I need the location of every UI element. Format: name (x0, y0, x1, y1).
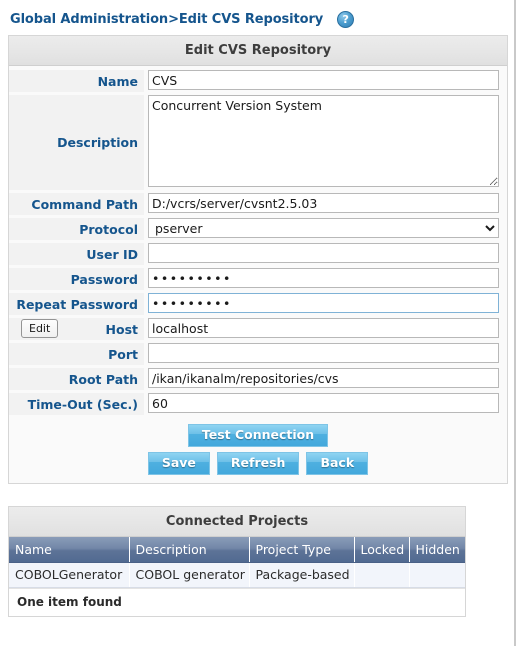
field-row-host: Edit Host (9, 318, 507, 340)
label-time-out: Time-Out (Sec.) (27, 396, 138, 412)
edit-host-button[interactable]: Edit (21, 319, 59, 338)
field-row-user-id: User ID (9, 243, 507, 265)
label-cell-user-id: User ID (9, 243, 144, 265)
field-row-root-path: Root Path (9, 368, 507, 390)
label-cell-command-path: Command Path (9, 193, 144, 215)
cell-name: COBOLGenerator (9, 562, 130, 588)
field-row-description: Description Concurrent Version System (9, 95, 507, 190)
breadcrumb-bar: Global Administration>Edit CVS Repositor… (0, 0, 514, 30)
label-cell-root-path: Root Path (9, 368, 144, 390)
column-header-hidden[interactable]: Hidden (409, 537, 465, 563)
input-cell-repeat-password (144, 293, 507, 313)
description-textarea[interactable]: Concurrent Version System (148, 95, 499, 187)
repeat-password-input[interactable] (148, 293, 499, 313)
label-cell-description: Description (9, 95, 144, 190)
back-button[interactable]: Back (306, 452, 369, 475)
cell-hidden (409, 562, 465, 588)
edit-repository-panel: Edit CVS Repository Name Description Con… (8, 35, 508, 484)
port-input[interactable] (148, 343, 499, 363)
breadcrumb[interactable]: Global Administration>Edit CVS Repositor… (10, 12, 323, 27)
host-input[interactable] (148, 318, 499, 338)
table-header-row: Name Description Project Type Locked Hid… (9, 537, 465, 563)
field-row-time-out: Time-Out (Sec.) (9, 393, 507, 415)
input-cell-command-path (144, 193, 507, 213)
connected-projects-title: Connected Projects (9, 507, 465, 537)
protocol-select[interactable]: pserver (148, 218, 499, 238)
page-title: Edit CVS Repository (9, 36, 507, 66)
input-cell-user-id (144, 243, 507, 263)
field-row-name: Name (9, 70, 507, 92)
test-connection-button[interactable]: Test Connection (187, 424, 329, 447)
connected-projects-table: Name Description Project Type Locked Hid… (9, 537, 465, 588)
save-button[interactable]: Save (147, 452, 210, 475)
column-header-description[interactable]: Description (129, 537, 250, 563)
label-command-path: Command Path (31, 196, 138, 212)
result-count-label: One item found (9, 588, 465, 616)
label-password: Password (70, 271, 138, 287)
column-header-project-type[interactable]: Project Type (249, 537, 355, 563)
table-row[interactable]: COBOLGenerator COBOL generator Package-b… (9, 562, 465, 588)
form-body: Name Description Concurrent Version Syst… (9, 66, 507, 483)
field-row-command-path: Command Path (9, 193, 507, 215)
command-path-input[interactable] (148, 193, 499, 213)
refresh-button[interactable]: Refresh (216, 452, 300, 475)
label-cell-port: Port (9, 343, 144, 365)
user-id-input[interactable] (148, 243, 499, 263)
label-name: Name (97, 73, 138, 89)
field-row-password: Password (9, 268, 507, 290)
page-root: Global Administration>Edit CVS Repositor… (0, 0, 516, 646)
root-path-input[interactable] (148, 368, 499, 388)
label-port: Port (108, 346, 138, 362)
password-input[interactable] (148, 268, 499, 288)
label-cell-protocol: Protocol (9, 218, 144, 240)
connected-projects-panel: Connected Projects Name Description Proj… (8, 506, 466, 617)
label-cell-repeat-password: Repeat Password (9, 293, 144, 315)
column-header-locked[interactable]: Locked (354, 537, 410, 563)
label-cell-host: Edit Host (9, 318, 144, 340)
input-cell-root-path (144, 368, 507, 388)
input-cell-port (144, 343, 507, 363)
label-host: Host (105, 321, 138, 337)
help-question-icon[interactable]: ? (337, 10, 355, 28)
time-out-input[interactable] (148, 393, 499, 413)
input-cell-name (144, 70, 507, 90)
field-row-port: Port (9, 343, 507, 365)
input-cell-description: Concurrent Version System (144, 95, 507, 190)
label-description: Description (57, 135, 138, 150)
primary-action-row: Test Connection (9, 424, 507, 447)
secondary-action-row: Save Refresh Back (9, 452, 507, 475)
label-cell-time-out: Time-Out (Sec.) (9, 393, 144, 415)
label-root-path: Root Path (68, 371, 138, 387)
input-cell-protocol: pserver (144, 218, 507, 238)
column-header-name[interactable]: Name (9, 537, 130, 563)
label-repeat-password: Repeat Password (16, 296, 138, 312)
input-cell-password (144, 268, 507, 288)
cell-locked (354, 562, 410, 588)
label-cell-password: Password (9, 268, 144, 290)
label-cell-name: Name (9, 70, 144, 92)
label-user-id: User ID (86, 246, 138, 262)
label-protocol: Protocol (79, 221, 138, 237)
input-cell-time-out (144, 393, 507, 413)
cell-project-type: Package-based (249, 562, 355, 588)
field-row-protocol: Protocol pserver (9, 218, 507, 240)
name-input[interactable] (148, 70, 499, 90)
field-row-repeat-password: Repeat Password (9, 293, 507, 315)
input-cell-host (144, 318, 507, 338)
cell-description: COBOL generator (129, 562, 250, 588)
